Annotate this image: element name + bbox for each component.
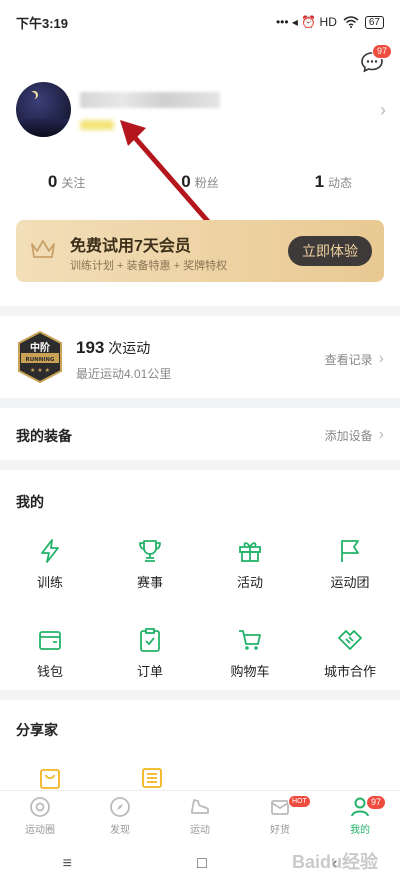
stats-row: 0 关注 0 粉丝 1 动态 [0,172,400,192]
stat-posts-value: 1 [314,172,325,191]
grid-item-teams[interactable]: 运动团 [300,538,400,591]
circle-icon [30,796,50,817]
grid-item-activities[interactable]: 活动 [200,538,300,591]
mine-title: 我的 [16,494,44,510]
compass-icon [110,796,130,817]
avatar-moon [28,92,36,100]
avatar-skyline [16,119,71,137]
grid-item-training[interactable]: 训练 [0,538,100,591]
battery-indicator: 67 [364,15,384,29]
tab-goods-label: 好货 [270,824,290,836]
message-badge: 97 [372,44,393,59]
stat-followers-value: 0 [181,172,191,191]
stat-posts[interactable]: 1 动态 [267,172,400,192]
equipment-row[interactable]: 我的装备 添加设备 › [0,408,400,460]
grid-label-teams: 运动团 [330,575,370,590]
sport-recent-distance: 最近运动4.01公里 [76,367,172,381]
vip-subtitle: 训练计划 + 装备特惠 + 奖牌特权 [70,260,228,272]
grid-item-wallet[interactable]: 钱包 [0,627,100,680]
wallet-icon [39,631,61,650]
stat-posts-label: 动态 [328,176,353,190]
profile-chevron-icon[interactable]: › [380,100,386,121]
tab-discover[interactable]: 发现 [80,791,160,840]
sport-count-value: 193 [76,338,105,357]
status-bar: 下午3:19 ••• ◂ ⏰ HD 67 [0,0,400,44]
vip-trial-button[interactable]: 立即体验 [288,236,372,266]
vip-title: 免费试用7天会员 [70,238,191,255]
tab-mine-label: 我的 [350,824,370,836]
status-indicators: ••• ◂ ⏰ HD [275,15,337,29]
sport-summary-card[interactable]: 中阶 RUNNING ★ ★ ★ 193 次运动 最近运动4.01公里 查看记录… [0,316,400,398]
username-blurred[interactable] [80,92,220,108]
shopping-bag-icon[interactable] [38,766,62,790]
view-records-chevron-icon: › [378,350,384,367]
status-icons: ••• ◂ ⏰ HD 67 [276,15,384,29]
tab-sport[interactable]: 运动 [160,791,240,840]
tab-sport-circle[interactable]: 运动圈 [0,791,80,840]
stat-followers[interactable]: 0 粉丝 [133,172,266,192]
grid-label-city-partnership: 城市合作 [323,664,376,679]
grid-item-events[interactable]: 赛事 [100,538,200,591]
view-records-link[interactable]: 查看记录 › [325,350,384,368]
view-records-label: 查看记录 [324,352,373,367]
stat-following-label: 关注 [61,176,86,190]
grid-item-orders[interactable]: 订单 [100,627,200,680]
home-nav-icon[interactable]: □ [197,855,207,873]
grid-label-wallet: 钱包 [36,664,63,679]
profile-section: 97 › 0 关注 0 粉丝 1 动态 免费试用7天会员 训练计划 + 装备特惠… [0,44,400,306]
badge-running-text: RUNNING [25,357,55,363]
sport-count-suffix: 次运动 [108,340,151,356]
crown-icon [31,240,55,258]
lightning-icon [41,539,59,563]
equipment-title: 我的装备 [16,428,72,444]
mine-tab-badge: 97 [366,795,387,810]
running-level-badge-icon: 中阶 RUNNING ★ ★ ★ [18,330,62,384]
mine-section: 我的 训练 赛事 活动 运动团 钱包 订单 购物车 城市合作 [0,470,400,690]
status-time: 下午3:19 [16,15,69,31]
message-button[interactable]: 97 [360,44,393,74]
shoe-icon [191,798,209,814]
badge-level-text: 中阶 [30,341,51,354]
share-icons-row [38,766,164,790]
cart-icon [239,630,261,650]
mine-grid: 训练 赛事 活动 运动团 钱包 订单 购物车 城市合作 [0,538,400,680]
grid-item-city-partnership[interactable]: 城市合作 [300,627,400,680]
grid-label-cart: 购物车 [230,664,270,679]
tab-mine[interactable]: 我的 97 [320,791,400,840]
grid-label-activities: 活动 [236,575,263,590]
tab-goods[interactable]: 好货 HOT [240,791,320,840]
add-device-link[interactable]: 添加设备 › [325,426,384,444]
flag-icon [341,540,359,562]
vip-banner[interactable]: 免费试用7天会员 训练计划 + 装备特惠 + 奖牌特权 立即体验 [16,220,384,282]
list-icon[interactable] [140,766,164,790]
stat-followers-label: 粉丝 [194,176,219,190]
trophy-icon [139,540,161,562]
share-title: 分享家 [16,722,58,738]
add-device-label: 添加设备 [324,428,373,443]
tab-discover-label: 发现 [110,824,130,836]
tab-sport-circle-label: 运动圈 [25,824,55,836]
watermark: Baidu经验 [291,852,378,872]
grid-label-events: 赛事 [136,575,163,590]
handshake-icon [338,630,362,650]
grid-label-training: 训练 [36,575,63,590]
gift-icon [239,542,261,562]
stat-following-value: 0 [47,172,58,191]
stat-following[interactable]: 0 关注 [0,172,133,192]
share-section: 分享家 [0,700,400,792]
grid-item-cart[interactable]: 购物车 [200,627,300,680]
clipboard-icon [140,628,160,652]
wifi-icon [343,16,359,28]
menu-nav-icon[interactable]: ≡ [63,855,72,873]
sport-count: 193 次运动 [76,338,150,358]
add-device-chevron-icon: › [378,426,384,443]
tab-sport-label: 运动 [190,824,210,836]
bottom-tab-bar: 运动圈 发现 运动 好货 HOT 我的 97 [0,790,400,840]
avatar[interactable] [16,82,71,137]
level-tag-blurred [80,120,114,130]
hot-badge: HOT [288,795,311,808]
badge-stars: ★ ★ ★ [30,367,50,374]
grid-label-orders: 订单 [136,664,163,679]
